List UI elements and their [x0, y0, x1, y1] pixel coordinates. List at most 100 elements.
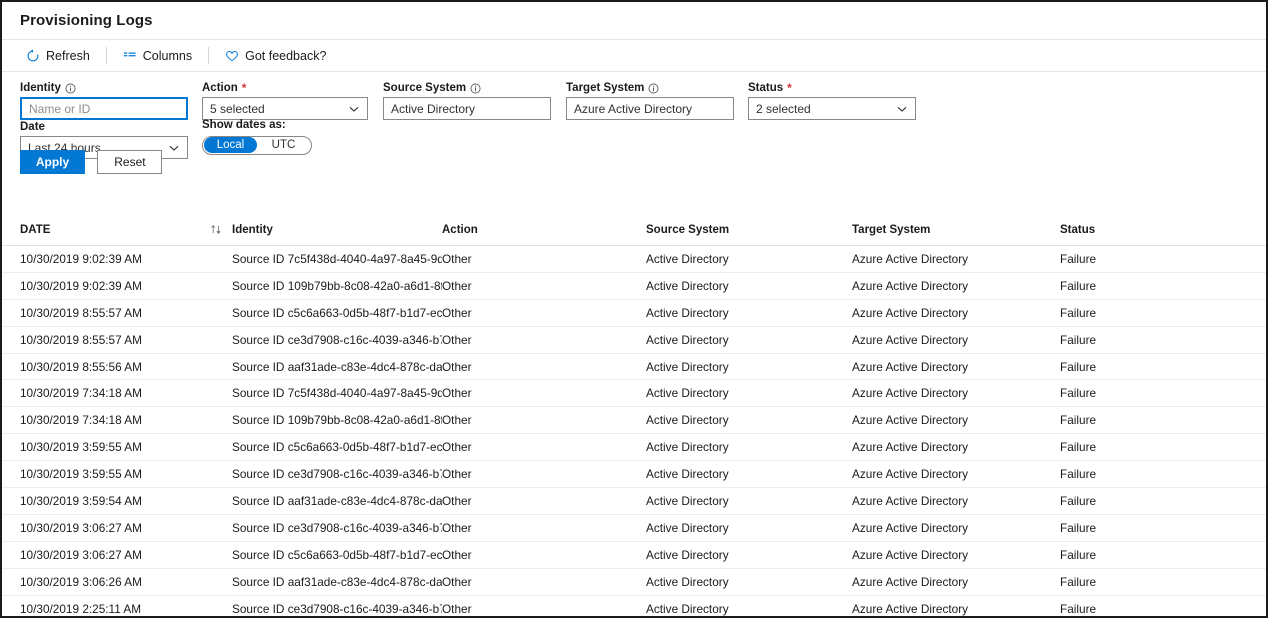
- source-system-label-group: Source System: [383, 82, 551, 94]
- show-dates-as-option-utc[interactable]: UTC: [257, 137, 310, 153]
- cell-action: Other: [442, 467, 646, 481]
- cell-target: Azure Active Directory: [852, 333, 1060, 347]
- cell-identity: Source ID 109b79bb-8c08-42a0-a6d1-8f6: [232, 279, 442, 293]
- info-icon[interactable]: [65, 83, 76, 94]
- action-dropdown[interactable]: 5 selected: [202, 97, 368, 120]
- refresh-button[interactable]: Refresh: [18, 46, 98, 66]
- show-dates-as-option-local[interactable]: Local: [204, 137, 257, 153]
- cell-date: 10/30/2019 9:02:39 AM: [20, 252, 232, 266]
- cell-identity: Source ID ce3d7908-c16c-4039-a346-b72: [232, 467, 442, 481]
- reset-button[interactable]: Reset: [97, 150, 162, 174]
- cell-date: 10/30/2019 7:34:18 AM: [20, 386, 232, 400]
- cell-target: Azure Active Directory: [852, 413, 1060, 427]
- table-row[interactable]: 10/30/2019 3:06:26 AMSource ID aaf31ade-…: [2, 569, 1266, 596]
- cell-target: Azure Active Directory: [852, 548, 1060, 562]
- table-row[interactable]: 10/30/2019 3:59:54 AMSource ID aaf31ade-…: [2, 488, 1266, 515]
- chevron-down-icon: [896, 103, 908, 115]
- command-separator-1: [106, 47, 107, 64]
- info-icon[interactable]: [648, 83, 659, 94]
- table-row[interactable]: 10/30/2019 3:06:27 AMSource ID c5c6a663-…: [2, 542, 1266, 569]
- cell-date: 10/30/2019 3:06:27 AM: [20, 548, 232, 562]
- column-header-date[interactable]: DATE: [20, 224, 232, 236]
- cell-status: Failure: [1060, 521, 1250, 535]
- heart-icon: [225, 49, 239, 63]
- column-header-source-system[interactable]: Source System: [646, 224, 852, 236]
- status-filter: Status * 2 selected: [748, 82, 916, 120]
- cell-source: Active Directory: [646, 521, 852, 535]
- cell-target: Azure Active Directory: [852, 575, 1060, 589]
- show-dates-as-toggle[interactable]: Local UTC: [202, 136, 312, 155]
- table-row[interactable]: 10/30/2019 8:55:57 AMSource ID c5c6a663-…: [2, 300, 1266, 327]
- cell-status: Failure: [1060, 306, 1250, 320]
- table-row[interactable]: 10/30/2019 3:06:27 AMSource ID ce3d7908-…: [2, 515, 1266, 542]
- identity-input[interactable]: Name or ID: [20, 97, 188, 120]
- cell-action: Other: [442, 386, 646, 400]
- table-row[interactable]: 10/30/2019 9:02:39 AMSource ID 7c5f438d-…: [2, 246, 1266, 273]
- identity-label-group: Identity: [20, 82, 188, 94]
- columns-button[interactable]: Columns: [115, 46, 200, 66]
- page-title: Provisioning Logs: [20, 12, 153, 29]
- table-row[interactable]: 10/30/2019 8:55:57 AMSource ID ce3d7908-…: [2, 327, 1266, 354]
- sort-updown-icon[interactable]: [210, 224, 223, 235]
- cell-identity: Source ID ce3d7908-c16c-4039-a346-b72: [232, 521, 442, 535]
- cell-source: Active Directory: [646, 306, 852, 320]
- info-icon[interactable]: [470, 83, 481, 94]
- cell-identity: Source ID aaf31ade-c83e-4dc4-878c-da2: [232, 360, 442, 374]
- cell-date: 10/30/2019 3:59:55 AM: [20, 440, 232, 454]
- source-system-label: Source System: [383, 82, 466, 94]
- column-header-status[interactable]: Status: [1060, 224, 1250, 236]
- source-system-input[interactable]: Active Directory: [383, 97, 551, 120]
- cell-target: Azure Active Directory: [852, 279, 1060, 293]
- cell-status: Failure: [1060, 440, 1250, 454]
- cell-target: Azure Active Directory: [852, 494, 1060, 508]
- table-row[interactable]: 10/30/2019 8:55:56 AMSource ID aaf31ade-…: [2, 354, 1266, 381]
- cell-source: Active Directory: [646, 413, 852, 427]
- cell-status: Failure: [1060, 548, 1250, 562]
- cell-action: Other: [442, 548, 646, 562]
- status-dropdown[interactable]: 2 selected: [748, 97, 916, 120]
- identity-filter: Identity Name or ID: [20, 82, 188, 120]
- cell-source: Active Directory: [646, 252, 852, 266]
- chevron-down-icon: [168, 142, 180, 154]
- status-value: 2 selected: [756, 102, 811, 116]
- cell-action: Other: [442, 279, 646, 293]
- refresh-label: Refresh: [46, 49, 90, 63]
- cell-target: Azure Active Directory: [852, 252, 1060, 266]
- action-value: 5 selected: [210, 102, 265, 116]
- table-row[interactable]: 10/30/2019 3:59:55 AMSource ID ce3d7908-…: [2, 461, 1266, 488]
- table-row[interactable]: 10/30/2019 3:59:55 AMSource ID c5c6a663-…: [2, 434, 1266, 461]
- action-required-marker: *: [242, 82, 247, 94]
- provisioning-logs-panel: Provisioning Logs Refresh Co: [0, 0, 1268, 618]
- cell-source: Active Directory: [646, 333, 852, 347]
- cell-target: Azure Active Directory: [852, 602, 1060, 616]
- target-system-input[interactable]: Azure Active Directory: [566, 97, 734, 120]
- filter-panel: Identity Name or ID Action: [2, 72, 1266, 82]
- cell-source: Active Directory: [646, 575, 852, 589]
- cell-action: Other: [442, 575, 646, 589]
- action-label-group: Action *: [202, 82, 368, 94]
- cell-date: 10/30/2019 3:59:54 AM: [20, 494, 232, 508]
- cell-date: 10/30/2019 3:06:26 AM: [20, 575, 232, 589]
- cell-status: Failure: [1060, 333, 1250, 347]
- column-header-identity[interactable]: Identity: [232, 224, 442, 236]
- cell-identity: Source ID aaf31ade-c83e-4dc4-878c-da2: [232, 575, 442, 589]
- table-row[interactable]: 10/30/2019 7:34:18 AMSource ID 109b79bb-…: [2, 407, 1266, 434]
- target-system-value: Azure Active Directory: [574, 102, 692, 116]
- table-row[interactable]: 10/30/2019 7:34:18 AMSource ID 7c5f438d-…: [2, 380, 1266, 407]
- cell-status: Failure: [1060, 602, 1250, 616]
- column-header-action[interactable]: Action: [442, 224, 646, 236]
- table-row[interactable]: 10/30/2019 9:02:39 AMSource ID 109b79bb-…: [2, 273, 1266, 300]
- table-row[interactable]: 10/30/2019 2:25:11 AMSource ID ce3d7908-…: [2, 596, 1266, 618]
- got-feedback-button[interactable]: Got feedback?: [217, 46, 334, 66]
- chevron-down-icon: [348, 103, 360, 115]
- cell-date: 10/30/2019 8:55:56 AM: [20, 360, 232, 374]
- cell-date: 10/30/2019 3:06:27 AM: [20, 521, 232, 535]
- cell-target: Azure Active Directory: [852, 306, 1060, 320]
- cell-action: Other: [442, 306, 646, 320]
- cell-status: Failure: [1060, 494, 1250, 508]
- filter-actions: Apply Reset: [20, 150, 162, 174]
- table-body: 10/30/2019 9:02:39 AMSource ID 7c5f438d-…: [2, 246, 1266, 618]
- cell-source: Active Directory: [646, 360, 852, 374]
- apply-button[interactable]: Apply: [20, 150, 85, 174]
- column-header-target-system[interactable]: Target System: [852, 224, 1060, 236]
